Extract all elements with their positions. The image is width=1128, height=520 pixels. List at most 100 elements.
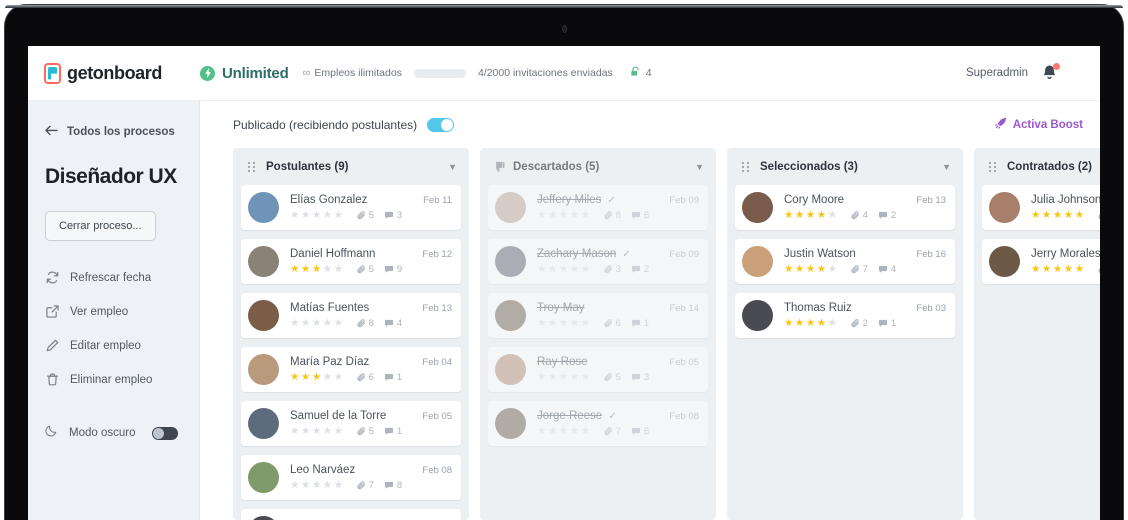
column-title: Seleccionados (3)	[760, 160, 858, 173]
star-icon: ★	[805, 317, 816, 329]
sidebar-item-delete-job[interactable]: Eliminar empleo	[45, 373, 199, 386]
rating-stars[interactable]: ★ ★ ★ ★ ★	[784, 263, 838, 275]
candidate-card[interactable]: Elías Gonzalez Feb 11 ★ ★ ★ ★ ★ 5 3	[241, 185, 461, 230]
star-icon: ★	[580, 263, 591, 275]
comment-count: 1	[878, 318, 896, 329]
attachment-count-value: 4	[862, 209, 868, 221]
star-icon: ★	[300, 209, 311, 221]
candidate-card[interactable]: Julia Johnson★★★★★7	[982, 185, 1100, 230]
kanban-column: Postulantes (9) ▼ Elías Gonzalez Feb 11 ★ ★ ★ ★…	[233, 148, 469, 520]
star-icon: ★	[784, 317, 794, 329]
candidate-card[interactable]: Jerry Morales★★★★★0	[982, 239, 1100, 284]
column-header[interactable]: Descartados (5) ▼	[488, 148, 708, 185]
bezel-highlight	[5, 5, 1123, 8]
getonboard-logo-icon	[44, 62, 61, 84]
star-icon: ★	[558, 263, 569, 275]
activate-boost-button[interactable]: Activa Boost	[994, 117, 1083, 132]
avatar	[742, 246, 773, 277]
star-icon: ★	[1063, 263, 1074, 275]
comment-count: 4	[878, 264, 896, 275]
attachment-count-value: 5	[615, 371, 621, 383]
close-process-button[interactable]: Cerrar proceso...	[45, 211, 156, 241]
comment-count-value: 1	[396, 425, 403, 437]
candidate-card[interactable]: ★★★★★	[241, 509, 461, 520]
star-icon: ★	[333, 371, 344, 383]
candidate-card[interactable]: Justin Watson Feb 16 ★ ★ ★ ★ ★ 7 4	[735, 239, 955, 284]
rating-stars[interactable]: ★ ★ ★ ★ ★	[290, 209, 344, 221]
rating-stars[interactable]: ★ ★ ★ ★ ★	[290, 425, 344, 437]
sidebar-item-view-job[interactable]: Ver empleo	[45, 305, 199, 318]
column-header[interactable]: Contratados (2)▼	[982, 148, 1100, 185]
sidebar-item-edit-job[interactable]: Editar empleo	[45, 339, 199, 352]
candidate-name: Samuel de la Torre	[290, 410, 387, 422]
rating-stars[interactable]: ★ ★ ★ ★ ★	[290, 479, 344, 491]
rating-stars[interactable]: ★ ★ ★ ★ ★	[290, 317, 344, 329]
rating-stars[interactable]: ★ ★ ★ ★ ★	[784, 209, 838, 221]
candidate-card[interactable]: Jeffery Miles ✓ Feb 09 ★ ★ ★ ★ ★ 8 6	[488, 185, 708, 230]
candidate-card[interactable]: Troy May Feb 14 ★ ★ ★ ★ ★ 6 1	[488, 293, 708, 338]
plan-badge: Unlimited	[200, 65, 289, 82]
star-icon: ★	[580, 209, 591, 221]
star-icon: ★	[333, 425, 344, 437]
rating-stars[interactable]: ★ ★ ★ ★ ★	[537, 425, 591, 437]
star-icon: ★	[333, 317, 344, 329]
dark-mode-row[interactable]: Modo oscuro	[45, 424, 199, 442]
chevron-down-icon[interactable]: ▼	[942, 162, 951, 172]
comment-count-value: 4	[890, 263, 897, 275]
chevron-down-icon[interactable]: ▼	[448, 162, 457, 172]
dark-mode-toggle[interactable]	[152, 426, 179, 440]
column-header[interactable]: Postulantes (9) ▼	[241, 148, 461, 185]
candidate-name: Leo Narváez	[290, 464, 356, 476]
sidebar-item-refresh-date[interactable]: Refrescar fecha	[45, 271, 199, 284]
candidate-card[interactable]: Leo Narváez Feb 08 ★ ★ ★ ★ ★ 7 8	[241, 455, 461, 500]
unlocks-count: 4	[645, 67, 652, 79]
published-toggle[interactable]	[427, 117, 455, 132]
candidate-card[interactable]: Samuel de la Torre Feb 05 ★ ★ ★ ★ ★ 5 1	[241, 401, 461, 446]
avatar	[248, 408, 279, 439]
star-icon: ★	[580, 317, 591, 329]
attachment-count-value: 7	[862, 263, 868, 275]
star-icon: ★	[1031, 209, 1041, 221]
brand-logo[interactable]: getonboard	[28, 62, 200, 84]
candidate-card[interactable]: Thomas Ruiz Feb 03 ★ ★ ★ ★ ★ 2 1	[735, 293, 955, 338]
kanban-column: Seleccionados (3) ▼ Cory Moore Feb 13 ★ ★ ★ ★ ★ 4…	[727, 148, 963, 520]
rating-stars[interactable]: ★ ★ ★ ★ ★	[537, 209, 591, 221]
rating-stars[interactable]: ★ ★ ★ ★ ★	[784, 317, 838, 329]
back-to-all-processes-link[interactable]: Todos los procesos	[45, 125, 199, 139]
candidate-card[interactable]: Cory Moore Feb 13 ★ ★ ★ ★ ★ 4 2	[735, 185, 955, 230]
comment-count-value: 6	[643, 425, 650, 437]
chevron-down-icon[interactable]: ▼	[695, 162, 704, 172]
attachment-count: 6	[357, 372, 374, 383]
rating-stars[interactable]: ★ ★ ★ ★ ★	[1031, 209, 1085, 221]
rating-stars[interactable]: ★ ★ ★ ★ ★	[537, 317, 591, 329]
rating-stars[interactable]: ★ ★ ★ ★ ★	[290, 371, 344, 383]
rating-stars[interactable]: ★ ★ ★ ★ ★	[537, 263, 591, 275]
candidate-card[interactable]: María Paz Díaz Feb 04 ★ ★ ★ ★ ★ 6 1	[241, 347, 461, 392]
notifications-button[interactable]	[1041, 62, 1060, 83]
candidate-card[interactable]: Matías Fuentes Feb 13 ★ ★ ★ ★ ★ 8 4	[241, 293, 461, 338]
candidate-card[interactable]: Jorge Reese ✓ Feb 08 ★ ★ ★ ★ ★ 7 6	[488, 401, 708, 446]
star-icon: ★	[290, 425, 300, 437]
avatar	[742, 300, 773, 331]
comment-count-value: 3	[396, 209, 403, 221]
star-icon: ★	[558, 317, 569, 329]
card-date: Feb 14	[669, 303, 699, 314]
attachment-count: 5	[604, 372, 621, 383]
candidate-card[interactable]: Zachary Mason ✓ Feb 09 ★ ★ ★ ★ ★ 3 2	[488, 239, 708, 284]
attachment-count: 8	[357, 318, 374, 329]
candidate-card[interactable]: Ray Rose Feb 05 ★ ★ ★ ★ ★ 5 3	[488, 347, 708, 392]
star-icon: ★	[322, 263, 333, 275]
column-header[interactable]: Seleccionados (3) ▼	[735, 148, 955, 185]
candidate-card[interactable]: Daniel Hoffmann Feb 12 ★ ★ ★ ★ ★ 5 9	[241, 239, 461, 284]
card-date: Feb 11	[423, 195, 452, 206]
tablet-device-frame: getonboard Unlimited ∞ Empleos ilimitado…	[0, 0, 1128, 520]
rating-stars[interactable]: ★ ★ ★ ★ ★	[537, 371, 591, 383]
rating-stars[interactable]: ★ ★ ★ ★ ★	[1031, 263, 1085, 275]
rating-stars[interactable]: ★ ★ ★ ★ ★	[290, 263, 344, 275]
avatar	[495, 192, 526, 223]
check-icon: ✓	[607, 195, 616, 206]
candidate-name: Jorge Reese	[537, 410, 603, 422]
attachment-count: 5	[357, 264, 374, 275]
star-icon: ★	[569, 425, 580, 437]
account-name[interactable]: Superadmin	[966, 67, 1028, 79]
